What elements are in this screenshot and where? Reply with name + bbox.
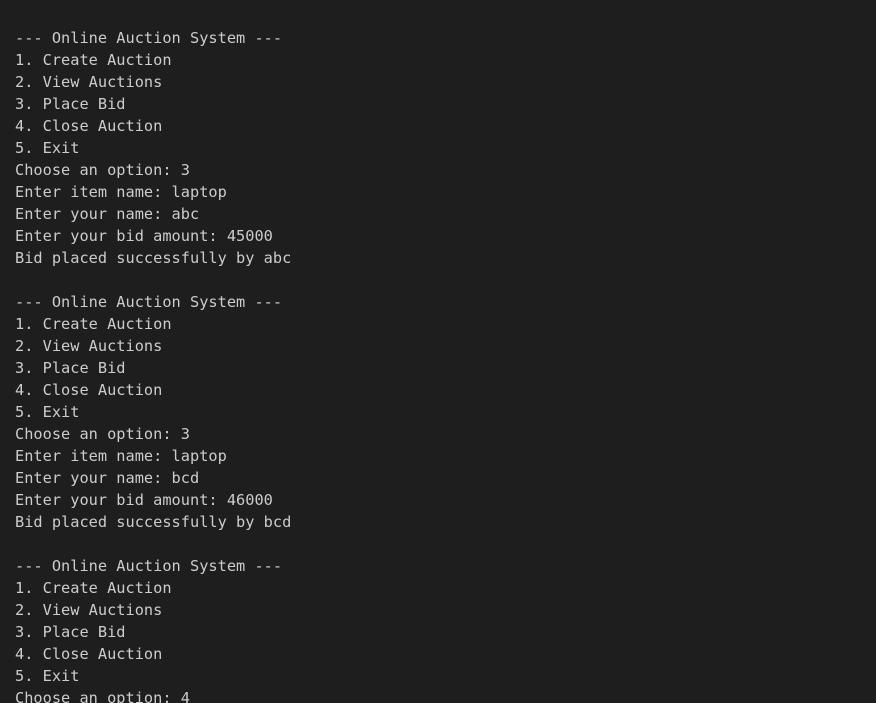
terminal-line: 1. Create Auction <box>15 315 172 333</box>
terminal-line: 4. Close Auction <box>15 381 163 399</box>
terminal-line: 3. Place Bid <box>15 95 126 113</box>
terminal-line: --- Online Auction System --- <box>15 29 283 47</box>
terminal-line: 2. View Auctions <box>15 337 163 355</box>
terminal-line: 4. Close Auction <box>15 645 163 663</box>
terminal-line: 3. Place Bid <box>15 359 126 377</box>
terminal-line: Enter your bid amount: 45000 <box>15 227 273 245</box>
terminal-line: Bid placed successfully by abc <box>15 249 292 267</box>
terminal-line: 5. Exit <box>15 667 80 685</box>
terminal-line: Bid placed successfully by bcd <box>15 513 292 531</box>
terminal-line: 2. View Auctions <box>15 73 163 91</box>
terminal-output: --- Online Auction System --- 1. Create … <box>15 27 291 703</box>
terminal-line: Enter your bid amount: 46000 <box>15 491 273 509</box>
terminal-line: Choose an option: 3 <box>15 161 190 179</box>
terminal-line: Choose an option: 4 <box>15 689 190 703</box>
terminal-line: --- Online Auction System --- <box>15 293 283 311</box>
terminal-line: Enter item name: laptop <box>15 447 227 465</box>
terminal-line: 1. Create Auction <box>15 579 172 597</box>
terminal-line: Choose an option: 3 <box>15 425 190 443</box>
terminal-line: Enter your name: abc <box>15 205 200 223</box>
terminal-line: 1. Create Auction <box>15 51 172 69</box>
terminal-line: Enter item name: laptop <box>15 183 227 201</box>
terminal-line: 5. Exit <box>15 139 80 157</box>
terminal-line: Enter your name: bcd <box>15 469 200 487</box>
terminal-line: 5. Exit <box>15 403 80 421</box>
terminal-panel[interactable]: --- Online Auction System --- 1. Create … <box>0 0 876 703</box>
terminal-line: 4. Close Auction <box>15 117 163 135</box>
terminal-line: 2. View Auctions <box>15 601 163 619</box>
terminal-line: --- Online Auction System --- <box>15 557 283 575</box>
terminal-line: 3. Place Bid <box>15 623 126 641</box>
